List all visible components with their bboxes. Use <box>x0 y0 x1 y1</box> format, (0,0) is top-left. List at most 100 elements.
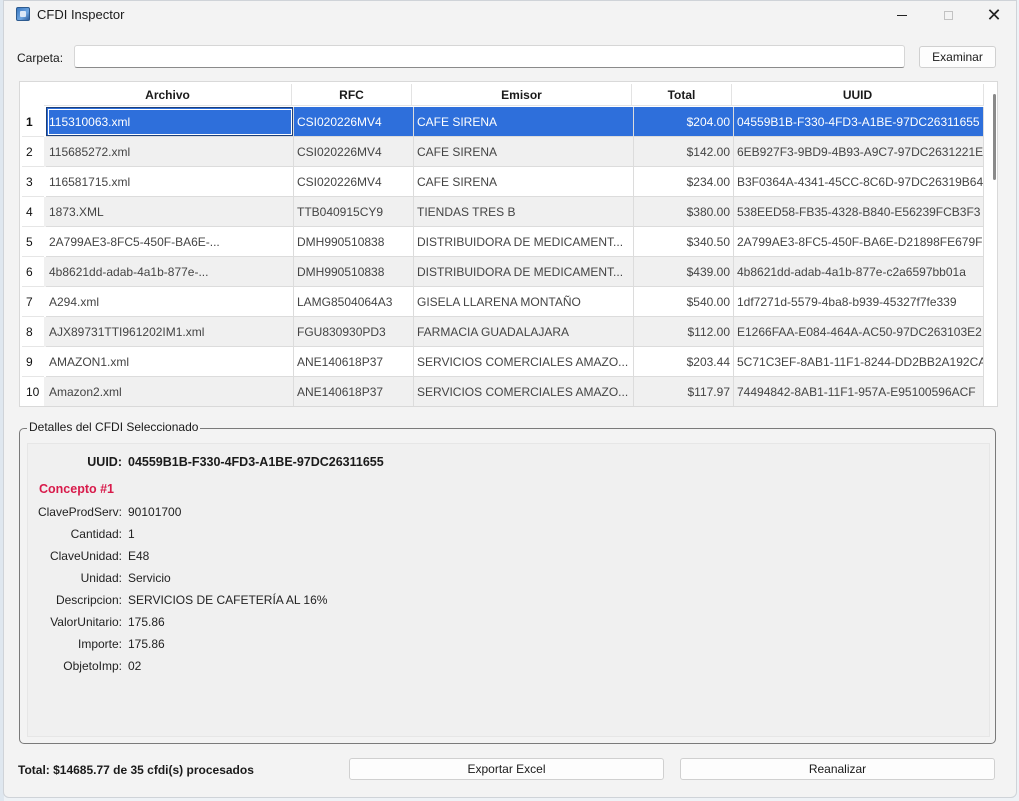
table-row[interactable]: 2 115685272.xml CSI020226MV4 CAFE SIRENA $14… <box>22 137 984 167</box>
cell-rfc[interactable]: CSI020226MV4 <box>294 107 414 137</box>
cell-emisor[interactable]: GISELA LLARENA MONTAÑO <box>414 287 634 317</box>
cell-archivo[interactable]: 1873.XML <box>46 197 294 227</box>
cell-uuid[interactable]: E1266FAA-E084-464A-AC50-97DC263103E2 <box>734 317 984 347</box>
cell-uuid[interactable]: 1df7271d-5579-4ba8-b939-45327f7fe339 <box>734 287 984 317</box>
cell-emisor[interactable]: TIENDAS TRES B <box>414 197 634 227</box>
table-row[interactable]: 6 4b8621dd-adab-4a1b-877e-... DMH990510838… <box>22 257 984 287</box>
minimize-button[interactable] <box>879 1 925 29</box>
row-number[interactable]: 10 <box>22 377 44 406</box>
row-number[interactable]: 3 <box>22 167 44 197</box>
browse-button[interactable]: Examinar <box>919 46 996 68</box>
cell-emisor[interactable]: FARMACIA GUADALAJARA <box>414 317 634 347</box>
cell-emisor[interactable]: CAFE SIRENA <box>414 107 634 137</box>
uuid-value: 04559B1B-F330-4FD3-A1BE-97DC26311655 <box>128 455 384 469</box>
cell-rfc[interactable]: ANE140618P37 <box>294 347 414 377</box>
cell-archivo[interactable]: Amazon2.xml <box>46 377 294 406</box>
detail-field-value: E48 <box>128 549 150 563</box>
row-number[interactable]: 4 <box>22 197 44 227</box>
row-number[interactable]: 9 <box>22 347 44 377</box>
cell-rfc[interactable]: CSI020226MV4 <box>294 137 414 167</box>
cell-uuid[interactable]: 2A799AE3-8FC5-450F-BA6E-D21898FE679F <box>734 227 984 257</box>
cell-rfc[interactable]: CSI020226MV4 <box>294 167 414 197</box>
table-row[interactable]: 4 1873.XML TTB040915CY9 TIENDAS TRES B $380.… <box>22 197 984 227</box>
maximize-icon <box>943 10 953 20</box>
column-header-total[interactable]: Total <box>632 84 732 106</box>
cell-uuid[interactable]: 04559B1B-F330-4FD3-A1BE-97DC26311655 <box>734 107 984 137</box>
cell-rfc[interactable]: TTB040915CY9 <box>294 197 414 227</box>
detail-field-label: ClaveUnidad: <box>49 549 122 563</box>
cell-emisor[interactable]: CAFE SIRENA <box>414 167 634 197</box>
title-bar: CFDI Inspector ✕ <box>4 1 1016 29</box>
cell-total[interactable]: $540.00 <box>634 287 734 317</box>
folder-label: Carpeta: <box>17 51 64 65</box>
details-legend: Detalles del CFDI Seleccionado <box>27 420 201 434</box>
detail-field-label: Unidad: <box>80 571 122 585</box>
cell-total[interactable]: $204.00 <box>634 107 734 137</box>
cell-archivo[interactable]: AMAZON1.xml <box>46 347 294 377</box>
cell-archivo[interactable]: 115310063.xml <box>46 107 294 137</box>
row-number[interactable]: 1 <box>22 107 44 137</box>
table-row[interactable]: 10 Amazon2.xml ANE140618P37 SERVICIOS COMER… <box>22 377 984 406</box>
detail-field-value: SERVICIOS DE CAFETERÍA AL 16% <box>128 593 328 607</box>
cell-uuid[interactable]: 4b8621dd-adab-4a1b-877e-c2a6597bb01a <box>734 257 984 287</box>
folder-input[interactable] <box>74 45 905 68</box>
column-header-archivo[interactable]: Archivo <box>44 84 292 106</box>
column-header-uuid[interactable]: UUID <box>732 84 984 106</box>
cell-archivo[interactable]: 2A799AE3-8FC5-450F-BA6E-... <box>46 227 294 257</box>
cell-total[interactable]: $112.00 <box>634 317 734 347</box>
cell-archivo[interactable]: AJX89731TTI961202IM1.xml <box>46 317 294 347</box>
detail-field-value: 1 <box>128 527 135 541</box>
table-row[interactable]: 7 A294.xml LAMG8504064A3 GISELA LLARENA MON… <box>22 287 984 317</box>
cell-rfc[interactable]: LAMG8504064A3 <box>294 287 414 317</box>
cell-total[interactable]: $380.00 <box>634 197 734 227</box>
maximize-button[interactable] <box>925 1 971 29</box>
reanalyze-button[interactable]: Reanalizar <box>680 758 995 780</box>
table-row[interactable]: 3 116581715.xml CSI020226MV4 CAFE SIRENA $23… <box>22 167 984 197</box>
table-row[interactable]: 8 AJX89731TTI961202IM1.xml FGU830930PD3 FAR… <box>22 317 984 347</box>
cell-total[interactable]: $439.00 <box>634 257 734 287</box>
cfdi-table[interactable]: Archivo RFC Emisor Total UUID 1 115310063… <box>19 81 998 407</box>
cell-total[interactable]: $340.50 <box>634 227 734 257</box>
cell-emisor[interactable]: CAFE SIRENA <box>414 137 634 167</box>
row-number[interactable]: 5 <box>22 227 44 257</box>
cell-emisor[interactable]: DISTRIBUIDORA DE MEDICAMENT... <box>414 227 634 257</box>
cell-uuid[interactable]: 74494842-8AB1-11F1-957A-E95100596ACF <box>734 377 984 406</box>
cell-emisor[interactable]: SERVICIOS COMERCIALES AMAZO... <box>414 347 634 377</box>
table-scrollbar[interactable] <box>993 94 996 180</box>
detail-field-value: Servicio <box>128 571 171 585</box>
close-button[interactable]: ✕ <box>971 1 1017 29</box>
export-excel-button[interactable]: Exportar Excel <box>349 758 664 780</box>
cell-emisor[interactable]: SERVICIOS COMERCIALES AMAZO... <box>414 377 634 406</box>
cell-emisor[interactable]: DISTRIBUIDORA DE MEDICAMENT... <box>414 257 634 287</box>
table-row[interactable]: 9 AMAZON1.xml ANE140618P37 SERVICIOS COMERC… <box>22 347 984 377</box>
cell-uuid[interactable]: 5C71C3EF-8AB1-11F1-8244-DD2BB2A192CA <box>734 347 984 377</box>
cell-uuid[interactable]: B3F0364A-4341-45CC-8C6D-97DC26319B64 <box>734 167 984 197</box>
cell-archivo[interactable]: A294.xml <box>46 287 294 317</box>
cell-uuid[interactable]: 538EED58-FB35-4328-B840-E56239FCB3F3 <box>734 197 984 227</box>
row-number[interactable]: 8 <box>22 317 44 347</box>
column-header-rfc[interactable]: RFC <box>292 84 412 106</box>
cell-rfc[interactable]: FGU830930PD3 <box>294 317 414 347</box>
cell-rfc[interactable]: ANE140618P37 <box>294 377 414 406</box>
cell-archivo[interactable]: 115685272.xml <box>46 137 294 167</box>
detail-field-label: Descripcion: <box>55 593 122 607</box>
cell-archivo[interactable]: 4b8621dd-adab-4a1b-877e-... <box>46 257 294 287</box>
column-header-emisor[interactable]: Emisor <box>412 84 632 106</box>
cell-uuid[interactable]: 6EB927F3-9BD9-4B93-A9C7-97DC2631221E <box>734 137 984 167</box>
cell-rfc[interactable]: DMH990510838 <box>294 227 414 257</box>
row-number[interactable]: 6 <box>22 257 44 287</box>
table-row[interactable]: 5 2A799AE3-8FC5-450F-BA6E-... DMH990510838… <box>22 227 984 257</box>
cell-rfc[interactable]: DMH990510838 <box>294 257 414 287</box>
cell-total[interactable]: $203.44 <box>634 347 734 377</box>
cell-total[interactable]: $117.97 <box>634 377 734 406</box>
cell-total[interactable]: $142.00 <box>634 137 734 167</box>
table-row[interactable]: 1 115310063.xml CSI020226MV4 CAFE SIRENA $20… <box>22 107 984 137</box>
uuid-label: UUID: <box>87 455 122 469</box>
cell-archivo[interactable]: 116581715.xml <box>46 167 294 197</box>
cell-total[interactable]: $234.00 <box>634 167 734 197</box>
detail-field-value: 175.86 <box>128 637 165 651</box>
row-number[interactable]: 7 <box>22 287 44 317</box>
details-panel <box>27 443 990 737</box>
detail-field-label: Importe: <box>77 637 122 651</box>
row-number[interactable]: 2 <box>22 137 44 167</box>
